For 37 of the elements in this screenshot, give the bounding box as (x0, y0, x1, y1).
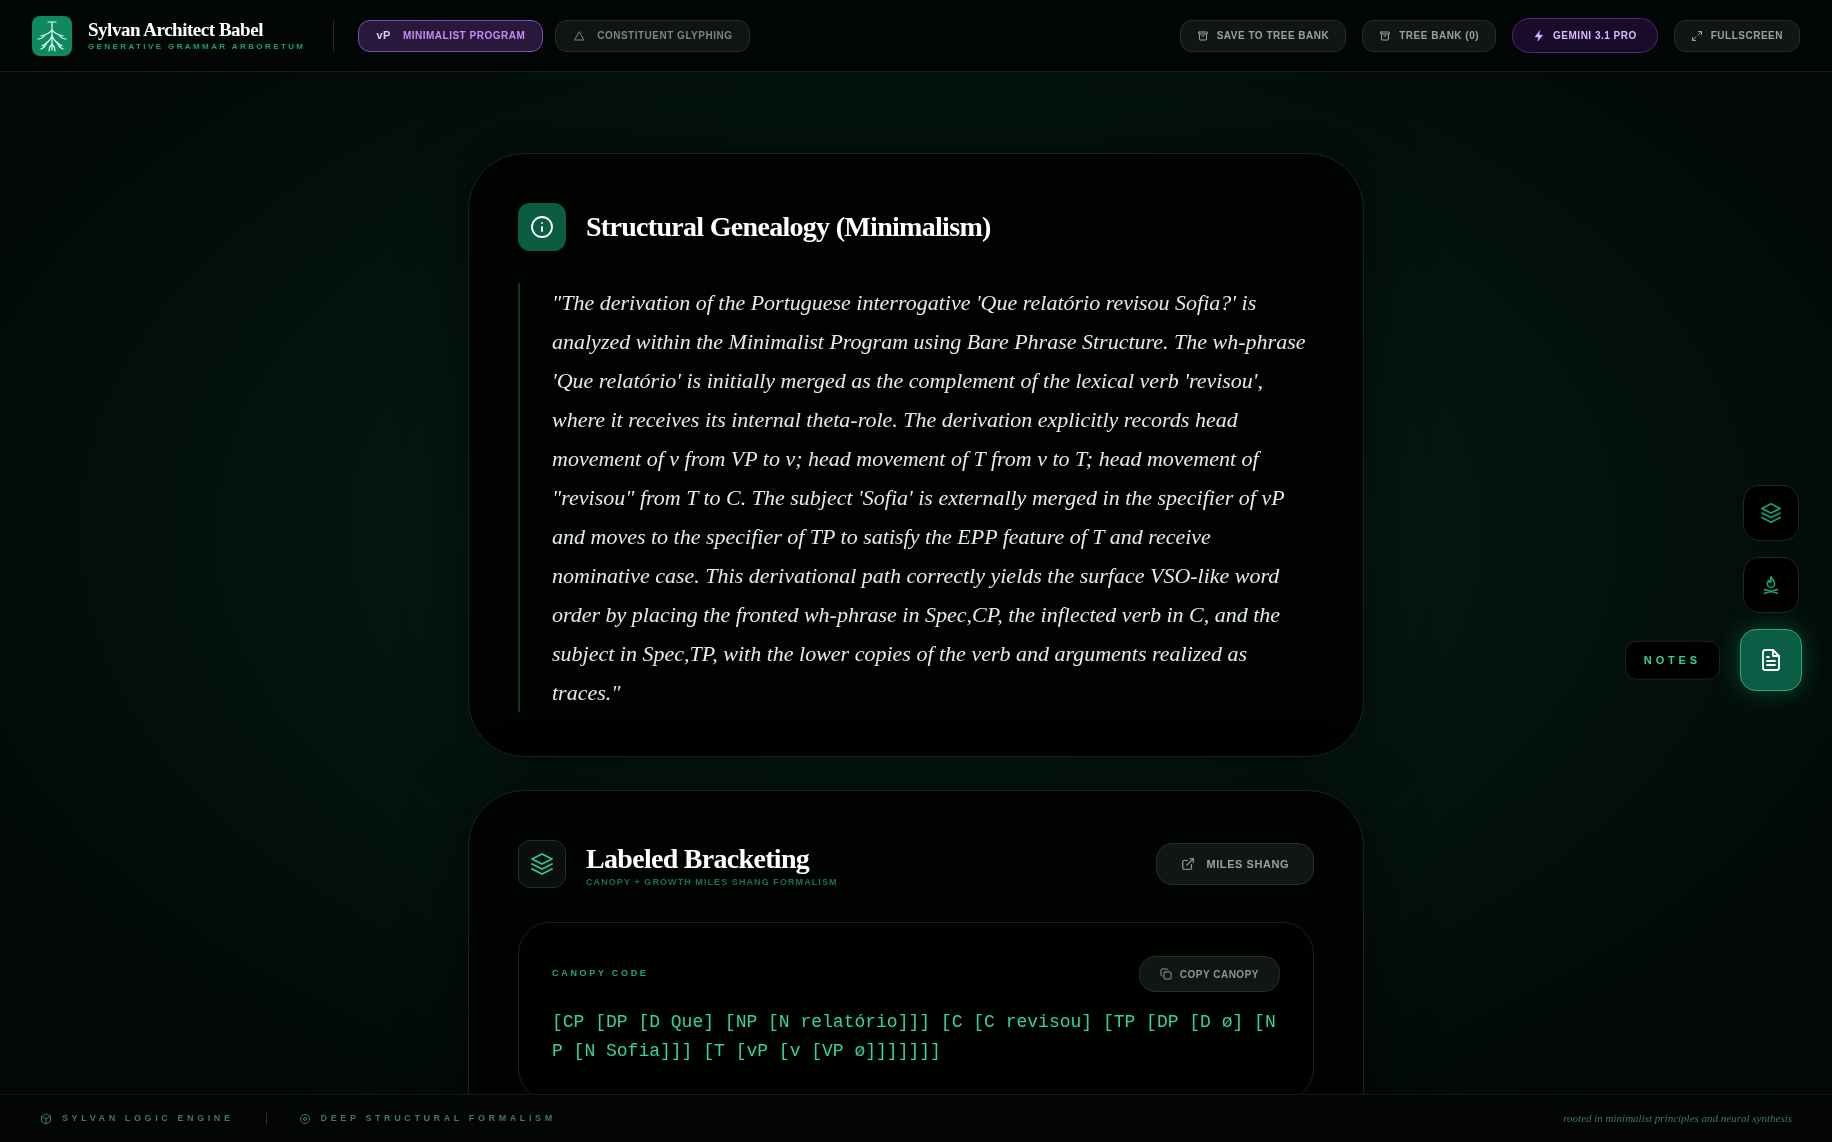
lightning-icon (1533, 29, 1546, 42)
document-icon (1759, 648, 1783, 672)
footer-tagline: rooted in minimalist principles and neural synthesis (1563, 1111, 1792, 1127)
tree-roots-logo-icon (32, 15, 72, 56)
fullscreen-button[interactable]: FULLSCREEN (1673, 19, 1800, 52)
card-title: Labeled Bracketing (586, 844, 811, 874)
info-icon (518, 203, 566, 251)
layers-button[interactable] (1743, 485, 1799, 541)
model-button[interactable]: GEMINI 3.1 PRO (1512, 18, 1658, 53)
cube-icon (40, 1112, 52, 1125)
app-subtitle: GENERATIVE GRAMMAR ARBORETUM (88, 42, 306, 52)
tree-bank-button[interactable]: SAVE TO TREE BANK (1179, 19, 1347, 52)
layers-icon (518, 840, 566, 888)
bracketing-code: [CP [DP [D Que] [NP [N relatório]]] [C [C revisou] [TP [DP [D ø] [NP [N Sofia]]] [T [vP [v [VP ø]]]]]]] (552, 1011, 1277, 1063)
quote-text: "The derivation of the Portuguese interrogative 'Que relatório revisou Sofia?' is analyzed within the Minimalist Program using Bare Phrase Structure. The wh-phrase 'Que relatório' is initially merged as the complement of the lexical verb 'revisou', where it receives its internal theta-role. The derivation explicitly records head movement of v from VP to v; head movement of T from v to T; head movement of "revisou" from T to C. The subject 'Sofia' is externally merged in the specifier of vP and moves to the specifier of TP to satisfy the EPP feature of T and receive nominative case. This derivational path correctly yields the surface VSO-like word order by placing the fronted wh-phrase in Spec,CP, the inflected verb in C, and the subject in Spec,TP, with the lower copies of the verb and arguments realized as traces." (552, 289, 1307, 707)
tooltip: NOTES (1624, 640, 1720, 680)
archive-icon (1379, 29, 1392, 42)
footer-text: SYLVAN LOGIC ENGINE (62, 1111, 234, 1125)
author-link-button[interactable]: MILES SHANG (1155, 843, 1314, 885)
ring-icon (298, 1112, 311, 1125)
mode-tab[interactable]: vP MINIMALIST PROGRAM (358, 19, 544, 52)
notes-button[interactable] (1740, 629, 1802, 691)
archive-icon (1196, 29, 1209, 42)
card-subtitle: CANOPY + GROWTH MILES SHANG FORMALISM (586, 876, 838, 888)
tree-bank-button[interactable]: TREE BANK (0) (1362, 19, 1497, 52)
card-title: Structural Genealogy (Minimalism) (586, 211, 991, 243)
app-title: Sylvan Architect Babel (88, 19, 264, 41)
code-label: CANOPY CODE (552, 967, 649, 981)
external-link-icon (1180, 857, 1195, 871)
expand-icon (1690, 29, 1703, 42)
campfire-button[interactable] (1743, 557, 1799, 613)
mode-tab[interactable]: CONSTITUENT GLYPHING (555, 19, 751, 52)
footer-text: DEEP STRUCTURAL FORMALISM (320, 1111, 556, 1125)
copy-icon (1159, 968, 1172, 980)
triangle-icon (573, 29, 586, 42)
copy-button[interactable]: COPY CANOPY (1138, 956, 1280, 992)
layers-icon (1760, 502, 1782, 524)
